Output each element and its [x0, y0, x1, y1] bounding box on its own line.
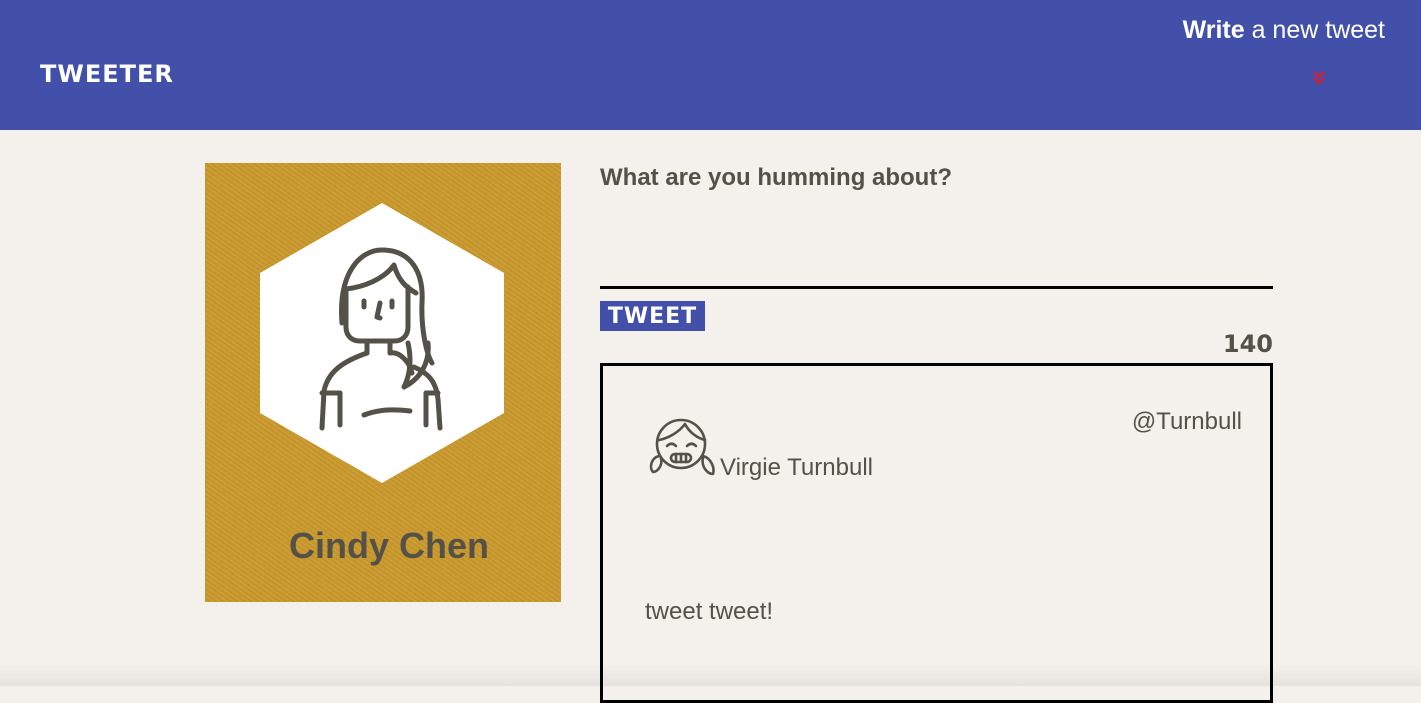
write-label-rest: a new tweet [1244, 16, 1385, 44]
tweet-submit-button[interactable]: TWEET [600, 301, 705, 331]
write-new-tweet-toggle[interactable]: Write a new tweet [1183, 16, 1385, 45]
tweet-body-text: tweet tweet! [645, 598, 774, 625]
tweet-card: Virgie Turnbull @Turnbull tweet tweet! [600, 363, 1273, 703]
character-counter: 140 [1222, 330, 1273, 358]
tweet-author-handle[interactable]: @Turnbull [1132, 408, 1242, 436]
tweet-author-name: Virgie Turnbull [720, 454, 873, 481]
woman-avatar-icon [260, 203, 504, 483]
tweet-text-input[interactable] [600, 205, 1273, 289]
double-chevron-down-icon[interactable] [1311, 68, 1327, 88]
girl-avatar-icon [649, 418, 715, 476]
profile-name: Cindy Chen [288, 525, 489, 566]
profile-card: Cindy Chen [205, 163, 561, 602]
composer-label: What are you humming about? [600, 164, 952, 191]
top-nav: TWEETER Write a new tweet [0, 0, 1421, 130]
write-label-bold: Write [1182, 16, 1245, 44]
brand-logo[interactable]: TWEETER [40, 60, 174, 88]
footer-shadow [0, 664, 1421, 686]
